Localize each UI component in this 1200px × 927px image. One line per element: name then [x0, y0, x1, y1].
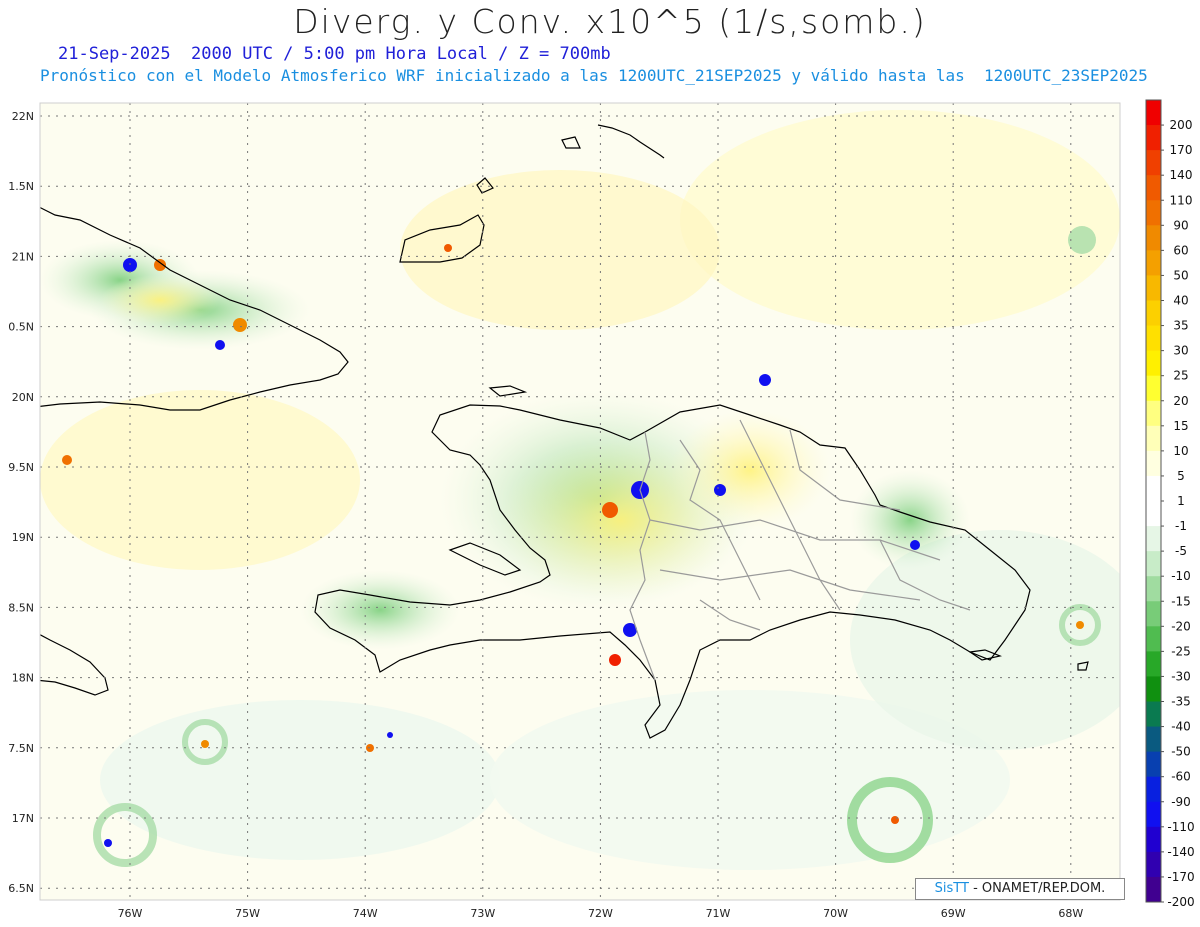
lat-tick-label: 20N: [12, 391, 34, 404]
colorbar-swatch: [1146, 501, 1161, 527]
colorbar-label: 35: [1173, 319, 1188, 333]
colorbar-swatch: [1146, 350, 1161, 377]
colorbar-swatch: [1146, 576, 1161, 602]
colorbar-label: 30: [1173, 344, 1188, 358]
colorbar-label: -10: [1171, 569, 1191, 583]
colorbar: 200 170 140 110 90 60 50 40 35 30 25 20 15 10 5 1 -1 -5 -1…: [1145, 99, 1195, 909]
divergence-map: 22N 1.5N 21N 0.5N 20N 9.5N 19N 8.5N 18N 7.5N 17N 6.…: [8, 99, 1195, 920]
colorbar-label: -90: [1171, 795, 1191, 809]
lon-tick-label: 68W: [1058, 907, 1083, 920]
colorbar-swatch: [1146, 200, 1161, 226]
colorbar-label: -40: [1171, 720, 1191, 734]
colorbar-label: -170: [1167, 870, 1194, 884]
colorbar-label: -140: [1167, 845, 1194, 859]
lat-tick-label: 9.5N: [8, 461, 34, 474]
colorbar-label: -5: [1175, 544, 1187, 558]
colorbar-swatch: [1146, 751, 1161, 778]
lat-tick-label: 22N: [12, 110, 34, 123]
colorbar-swatch: [1146, 325, 1161, 352]
lat-tick-label: 19N: [12, 531, 34, 544]
colorbar-label: -200: [1167, 895, 1194, 909]
colorbar-label: -25: [1171, 644, 1191, 658]
lat-tick-label: 8.5N: [8, 601, 34, 614]
lat-tick-label: 1.5N: [8, 180, 34, 193]
colorbar-swatch: [1146, 400, 1161, 427]
colorbar-swatch: [1146, 275, 1161, 301]
colorbar-label: -20: [1171, 619, 1191, 633]
lat-tick-label: 6.5N: [8, 882, 34, 895]
colorbar-label: 15: [1173, 419, 1188, 433]
lon-tick-label: 75W: [235, 907, 260, 920]
colorbar-label: -30: [1171, 669, 1191, 683]
lon-tick-label: 70W: [823, 907, 848, 920]
colorbar-swatch: [1146, 375, 1161, 402]
colorbar-label: 50: [1173, 268, 1188, 282]
lon-tick-label: 74W: [353, 907, 378, 920]
lat-tick-label: 0.5N: [8, 321, 34, 334]
colorbar-label: -35: [1171, 695, 1191, 709]
lat-tick-label: 18N: [12, 672, 34, 685]
lat-tick-label: 17N: [12, 812, 34, 825]
colorbar-label: 90: [1173, 218, 1188, 232]
colorbar-swatch: [1146, 250, 1161, 276]
colorbar-swatch: [1146, 450, 1161, 477]
colorbar-swatch: [1146, 175, 1161, 201]
colorbar-swatch: [1146, 601, 1161, 627]
colorbar-label: 5: [1177, 469, 1185, 483]
colorbar-swatch: [1146, 651, 1161, 677]
colorbar-swatch: [1146, 100, 1161, 126]
colorbar-label: 40: [1173, 294, 1188, 308]
colorbar-swatch: [1146, 676, 1161, 702]
colorbar-swatch: [1146, 776, 1161, 803]
colorbar-swatch: [1146, 801, 1161, 828]
colorbar-swatch: [1146, 526, 1161, 552]
colorbar-swatch: [1146, 826, 1161, 853]
colorbar-label: 200: [1170, 118, 1193, 132]
lon-tick-label: 73W: [470, 907, 495, 920]
colorbar-swatch: [1146, 626, 1161, 652]
colorbar-label: 25: [1173, 369, 1188, 383]
colorbar-swatch: [1146, 425, 1161, 452]
colorbar-swatch: [1146, 225, 1161, 251]
lat-tick-label: 21N: [12, 250, 34, 263]
colorbar-swatch: [1146, 300, 1161, 327]
colorbar-swatch: [1146, 150, 1161, 176]
colorbar-label: -1: [1175, 519, 1187, 533]
colorbar-label: 10: [1173, 444, 1188, 458]
plot-area: [40, 103, 1120, 900]
colorbar-label: 1: [1177, 494, 1185, 508]
colorbar-label: 20: [1173, 394, 1188, 408]
longitude-labels: 76W 75W 74W 73W 72W 71W 70W 69W 68W: [118, 907, 1084, 920]
colorbar-label: -110: [1167, 820, 1194, 834]
latitude-labels: 22N 1.5N 21N 0.5N 20N 9.5N 19N 8.5N 18N 7.5N 17N 6.…: [8, 110, 34, 895]
colorbar-swatch: [1146, 851, 1161, 878]
colorbar-swatch: [1146, 876, 1161, 903]
colorbar-label: -60: [1171, 770, 1191, 784]
lat-tick-label: 7.5N: [8, 742, 34, 755]
lon-tick-label: 72W: [588, 907, 613, 920]
lon-tick-label: 69W: [941, 907, 966, 920]
colorbar-label: 140: [1170, 168, 1193, 182]
credit-org: - ONAMET/REP.DOM.: [973, 881, 1106, 896]
lon-tick-label: 76W: [118, 907, 143, 920]
colorbar-label: -15: [1171, 594, 1191, 608]
colorbar-swatch: [1146, 125, 1161, 151]
colorbar-swatch: [1146, 726, 1161, 753]
colorbar-label: 60: [1173, 243, 1188, 257]
colorbar-swatch: [1146, 701, 1161, 728]
colorbar-label: 110: [1170, 193, 1193, 207]
credit-box: SisTT - ONAMET/REP.DOM.: [915, 878, 1125, 900]
colorbar-swatch: [1146, 475, 1161, 502]
colorbar-swatch: [1146, 551, 1161, 577]
sistt-logo-text: SisTT: [934, 881, 969, 896]
colorbar-label: -50: [1171, 745, 1191, 759]
lon-tick-label: 71W: [706, 907, 731, 920]
colorbar-label: 170: [1170, 143, 1193, 157]
